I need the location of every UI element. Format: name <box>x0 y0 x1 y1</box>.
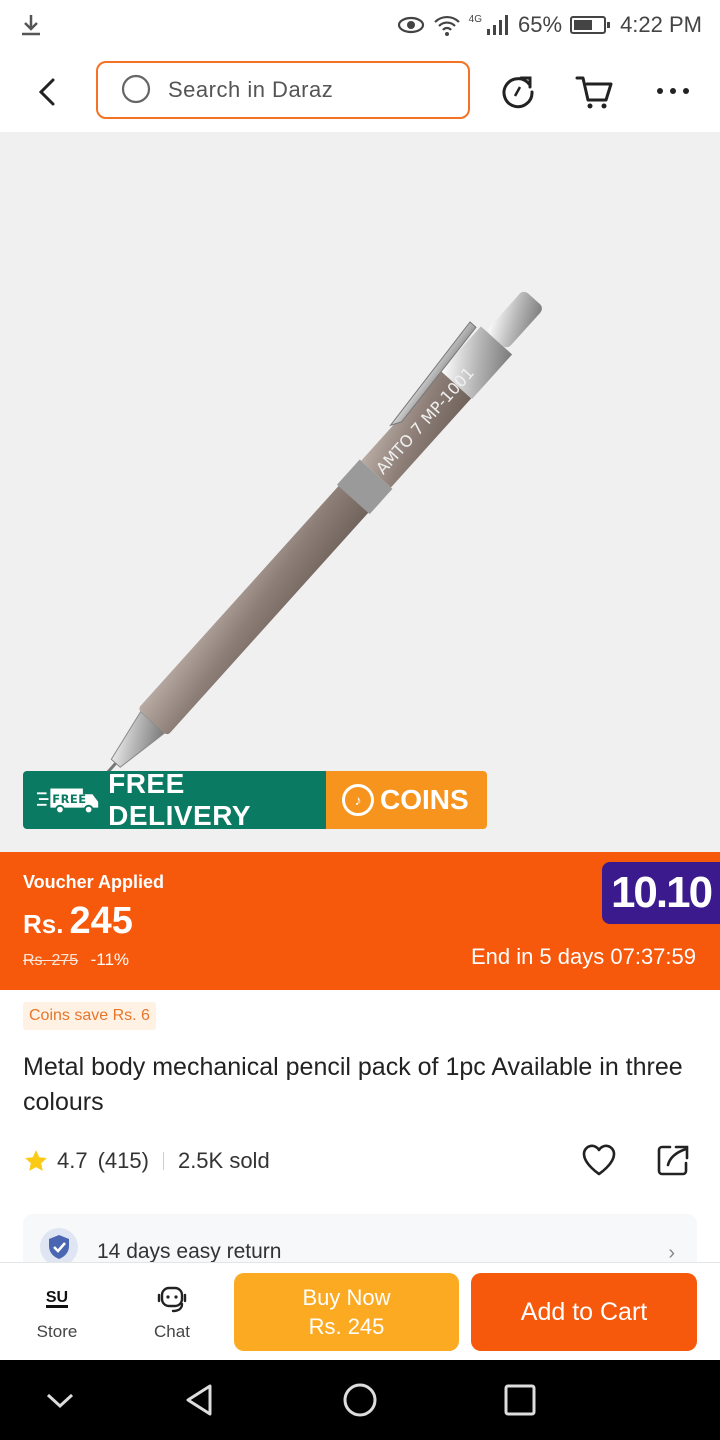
more-icon[interactable] <box>652 70 694 112</box>
search-placeholder: Search in Daraz <box>168 77 334 102</box>
buy-now-label: Buy Now <box>302 1285 391 1310</box>
wifi-icon <box>433 15 460 36</box>
buy-now-price: Rs. 245 <box>308 1314 385 1339</box>
system-nav-bar <box>0 1360 720 1440</box>
star-icon <box>25 1150 47 1171</box>
share-icon[interactable] <box>654 1141 692 1179</box>
nav-home-icon[interactable] <box>340 1380 380 1420</box>
download-icon <box>22 15 40 36</box>
back-icon[interactable] <box>28 72 68 112</box>
campaign-badge: 10.10 <box>602 862 720 924</box>
store-label: Store <box>36 1322 78 1341</box>
review-count: (415) <box>97 1148 149 1173</box>
price-amount: 245 <box>69 900 133 942</box>
buy-now-button[interactable]: Buy Now Rs. 245 <box>234 1273 459 1351</box>
original-price: Rs. 275 <box>23 952 79 969</box>
original-price-row: Rs. 275 -11% <box>23 950 129 970</box>
return-policy-label: 14 days easy return <box>97 1240 282 1262</box>
chat-button[interactable]: Chat <box>122 1263 222 1361</box>
delivery-coins-badge: FREE FREE DELIVERY ♪ COINS <box>23 771 487 829</box>
price-currency: Rs. <box>23 909 64 939</box>
add-to-cart-button[interactable]: Add to Cart <box>471 1273 697 1351</box>
store-logo-text: SU <box>45 1288 69 1308</box>
product-image[interactable]: AMTO 7 MP-1001 FREE FREE DELIVERY ♪ COIN… <box>0 132 720 852</box>
divider <box>162 1152 164 1170</box>
wishlist-heart-icon[interactable] <box>580 1141 618 1179</box>
status-bar: 4G 65% 4:22 PM <box>0 0 720 50</box>
countdown-timer: End in 5 days 07:37:59 <box>470 944 696 969</box>
top-header: Search in Daraz <box>0 50 720 132</box>
price-banner: Voucher Applied Rs. 245 Rs. 275 -11% 10.1… <box>0 852 720 990</box>
delivery-truck-icon: FREE <box>37 788 99 815</box>
sold-count: 2.5K sold <box>177 1148 270 1173</box>
nav-collapse-icon[interactable] <box>40 1380 80 1420</box>
free-tag: FREE <box>52 792 86 806</box>
shield-check-icon <box>40 1228 78 1262</box>
voucher-applied-label: Voucher Applied <box>23 872 165 892</box>
search-input[interactable]: Search in Daraz <box>96 61 470 119</box>
chat-support-icon <box>157 1286 187 1313</box>
free-delivery-badge: FREE FREE DELIVERY <box>23 771 326 829</box>
current-price: Rs. 245 <box>23 900 133 943</box>
store-logo-icon: SU <box>45 1282 69 1316</box>
coin-icon: ♪ <box>342 784 374 816</box>
chevron-right-icon: › <box>668 1242 675 1262</box>
search-icon <box>121 74 151 104</box>
discount-percent: -11% <box>90 950 130 969</box>
bottom-action-bar: SU Store Chat Buy Now Rs. 245 Add to Car… <box>0 1262 720 1360</box>
rating-value: 4.7 <box>57 1148 88 1173</box>
nav-back-icon[interactable] <box>180 1380 220 1420</box>
coins-save-chip: Coins save Rs. 6 <box>23 1002 156 1030</box>
free-delivery-label: FREE DELIVERY <box>108 771 252 829</box>
cart-icon[interactable] <box>573 70 615 112</box>
coins-badge: ♪ COINS <box>326 771 487 829</box>
pencil-illustration: AMTO 7 MP-1001 <box>81 291 542 802</box>
signal-icon <box>487 15 509 35</box>
store-button[interactable]: SU Store <box>7 1263 107 1361</box>
battery-icon <box>570 16 611 34</box>
return-policy-row[interactable]: 14 days easy return › <box>23 1214 697 1262</box>
eye-icon <box>397 16 424 34</box>
coins-label: COINS <box>380 784 469 815</box>
battery-percent: 65% <box>518 12 563 37</box>
refresh-icon[interactable] <box>497 70 539 112</box>
product-title: Metal body mechanical pencil pack of 1pc… <box>23 1053 683 1116</box>
nav-recents-icon[interactable] <box>500 1380 540 1420</box>
clock: 4:22 PM <box>620 12 702 37</box>
network-type: 4G <box>468 14 483 25</box>
chat-label: Chat <box>154 1322 190 1341</box>
